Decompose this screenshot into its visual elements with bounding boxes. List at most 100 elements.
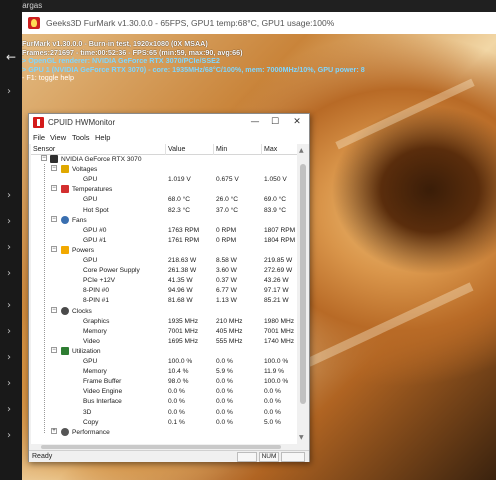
sensor-max: 97.17 W <box>264 287 289 295</box>
hwmonitor-titlebar[interactable]: CPUID HWMonitor — ☐ ✕ <box>29 114 309 131</box>
sensor-row[interactable]: Video 1695 MHz 555 MHz 1740 MHz <box>31 337 297 347</box>
collapse-toggle[interactable]: − <box>51 306 57 313</box>
sensor-row[interactable]: GPU 1.019 V 0.675 V 1.050 V <box>31 175 297 185</box>
device-row[interactable]: − NVIDIA GeForce RTX 3070 <box>31 155 297 165</box>
chevron-right-icon[interactable]: › <box>7 352 11 363</box>
sensor-row[interactable]: GPU 68.0 °C 26.0 °C 69.0 °C <box>31 195 297 205</box>
column-max[interactable]: Max <box>261 144 297 155</box>
column-value[interactable]: Value <box>165 144 213 155</box>
sensor-min: 0 RPM <box>216 226 237 234</box>
sensor-name: Frame Buffer <box>83 378 122 386</box>
chevron-right-icon[interactable]: › <box>7 430 11 441</box>
group-row-powers[interactable]: − Powers <box>31 245 297 256</box>
sensor-name: Bus Interface <box>83 398 122 406</box>
chevron-right-icon[interactable]: › <box>7 326 11 337</box>
scroll-thumb[interactable] <box>300 164 306 404</box>
vertical-scrollbar[interactable]: ▲ ▼ <box>297 144 309 444</box>
sensor-value: 0.1 % <box>168 418 185 426</box>
back-arrow-icon[interactable]: ← <box>6 50 16 64</box>
sensor-row[interactable]: 8-PIN #0 94.96 W 6.77 W 97.17 W <box>31 286 297 296</box>
group-row-utilization[interactable]: − Utilization <box>31 346 297 357</box>
sensor-max: 43.26 W <box>264 277 289 285</box>
sensor-row[interactable]: GPU 218.63 W 8.58 W 219.85 W <box>31 256 297 266</box>
sensor-row[interactable]: Frame Buffer 98.0 % 0.0 % 100.0 % <box>31 377 297 387</box>
sensor-row[interactable]: Video Engine 0.0 % 0.0 % 0.0 % <box>31 387 297 397</box>
explorer-top-strip: Descargas <box>0 0 496 12</box>
chevron-right-icon[interactable]: › <box>7 268 11 279</box>
group-row-temperatures[interactable]: − Temperatures <box>31 185 297 195</box>
sensor-name: GPU #0 <box>83 226 107 234</box>
chevron-right-icon[interactable]: › <box>7 86 11 97</box>
hwmonitor-window: CPUID HWMonitor — ☐ ✕ File View Tools He… <box>28 113 310 462</box>
thermometer-icon <box>61 185 69 194</box>
collapse-toggle[interactable]: − <box>51 215 57 222</box>
chevron-right-icon[interactable]: › <box>7 190 11 201</box>
collapse-toggle[interactable]: − <box>51 165 57 172</box>
scroll-down-icon[interactable]: ▼ <box>299 434 304 441</box>
group-label: Performance <box>72 428 110 436</box>
group-row-performance[interactable]: + Performance <box>31 427 297 438</box>
furmark-titlebar[interactable]: Geeks3D FurMark v1.30.0.0 - 65FPS, GPU1 … <box>22 12 496 34</box>
sensor-name: GPU <box>83 358 98 365</box>
sensor-name: Memory <box>83 327 107 335</box>
sensor-row[interactable]: 3D 0.0 % 0.0 % 0.0 % <box>31 408 297 418</box>
scroll-up-icon[interactable]: ▲ <box>299 147 304 154</box>
chevron-right-icon[interactable]: › <box>7 216 11 227</box>
sensor-row[interactable]: Graphics 1935 MHz 210 MHz 1980 MHz <box>31 317 297 327</box>
sensor-row[interactable]: Memory 7001 MHz 405 MHz 7001 MHz <box>31 327 297 337</box>
sensor-max: 83.9 °C <box>264 206 287 214</box>
close-button[interactable]: ✕ <box>287 114 307 131</box>
collapse-toggle[interactable]: − <box>51 245 57 252</box>
sensor-min: 405 MHz <box>216 327 243 335</box>
sensor-value: 261.38 W <box>168 267 197 275</box>
sensor-min: 3.60 W <box>216 267 237 275</box>
sensor-row[interactable]: Core Power Supply 261.38 W 3.60 W 272.69 W <box>31 266 297 276</box>
sensor-row[interactable]: Hot Spot 82.3 °C 37.0 °C 83.9 °C <box>31 206 297 216</box>
hscroll-thumb[interactable] <box>41 445 281 449</box>
sensor-row[interactable]: GPU 100.0 % 0.0 % 100.0 % <box>31 357 297 367</box>
osd-line: - F1: toggle help <box>22 73 74 82</box>
sensor-min: 555 MHz <box>216 337 243 345</box>
sensor-max: 0.0 % <box>264 388 281 396</box>
chevron-right-icon[interactable]: › <box>7 378 11 389</box>
sensor-value: 100.0 % <box>168 358 193 365</box>
collapse-toggle[interactable]: + <box>51 427 57 434</box>
sensor-max: 0.0 % <box>264 408 281 416</box>
hwmonitor-app-icon <box>33 117 44 128</box>
collapse-toggle[interactable]: − <box>51 185 57 192</box>
sensor-value: 7001 MHz <box>168 327 199 335</box>
sensor-min: 0.37 W <box>216 277 237 285</box>
sensor-min: 0.0 % <box>216 358 233 365</box>
menu-tools[interactable]: Tools <box>72 131 90 144</box>
sensor-row[interactable]: Memory 10.4 % 5.9 % 11.9 % <box>31 367 297 377</box>
fan-icon <box>61 215 69 224</box>
sensor-row[interactable]: PCIe +12V 41.35 W 0.37 W 43.26 W <box>31 276 297 286</box>
sensor-row[interactable]: GPU #0 1763 RPM 0 RPM 1807 RPM <box>31 226 297 236</box>
column-min[interactable]: Min <box>213 144 261 155</box>
sensor-name: Memory <box>83 368 107 376</box>
minimize-button[interactable]: — <box>245 114 265 131</box>
menu-view[interactable]: View <box>50 131 66 144</box>
sensor-min: 26.0 °C <box>216 196 239 204</box>
sensor-row[interactable]: 8-PIN #1 81.68 W 1.13 W 85.21 W <box>31 296 297 306</box>
menu-help[interactable]: Help <box>95 131 110 144</box>
sensor-name: PCIe +12V <box>83 277 116 285</box>
sensor-row[interactable]: Copy 0.1 % 0.0 % 5.0 % <box>31 418 297 428</box>
group-row-clocks[interactable]: − Clocks <box>31 306 297 317</box>
sensor-row[interactable]: Bus Interface 0.0 % 0.0 % 0.0 % <box>31 397 297 407</box>
sensor-min: 37.0 °C <box>216 206 239 214</box>
sensor-value: 218.63 W <box>168 257 197 264</box>
group-row-voltages[interactable]: − Voltages <box>31 165 297 175</box>
menu-file[interactable]: File <box>33 131 45 144</box>
column-sensor[interactable]: Sensor <box>31 144 165 155</box>
chevron-right-icon[interactable]: › <box>7 300 11 311</box>
sensor-value: 94.96 W <box>168 287 193 295</box>
chevron-right-icon[interactable]: › <box>7 242 11 253</box>
collapse-toggle[interactable]: − <box>41 155 47 161</box>
maximize-button[interactable]: ☐ <box>265 114 285 131</box>
group-row-fans[interactable]: − Fans <box>31 215 297 226</box>
sensor-row[interactable]: GPU #1 1761 RPM 0 RPM 1804 RPM <box>31 236 297 246</box>
sensor-name: Hot Spot <box>83 206 109 214</box>
chevron-right-icon[interactable]: › <box>7 404 11 415</box>
collapse-toggle[interactable]: − <box>51 346 57 353</box>
